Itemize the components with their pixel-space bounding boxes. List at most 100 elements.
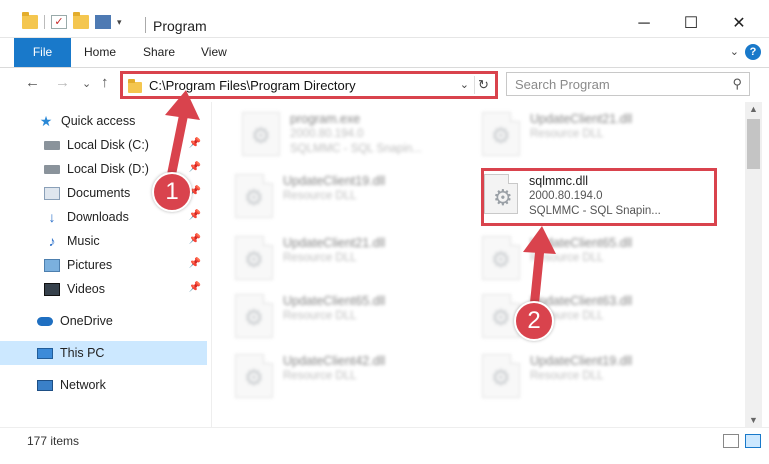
file-tile[interactable]: ⚙ UpdateClient19.dll Resource DLL <box>221 168 461 224</box>
disk-icon <box>44 164 60 174</box>
address-path[interactable]: C:\Program Files\Program Directory <box>149 78 356 93</box>
ribbon: File Home Share View ⌄ ? <box>0 38 769 68</box>
customize-toolbar-icon[interactable]: ▾ <box>117 17 122 28</box>
sidebar-item-label: This PC <box>60 346 105 360</box>
pin-icon[interactable]: 📌 <box>189 258 201 269</box>
sidebar-item-label: Downloads <box>67 210 129 224</box>
pin-icon[interactable]: 📌 <box>189 210 201 221</box>
file-name: UpdateClient21.dll <box>530 112 633 126</box>
pc-icon <box>37 347 53 359</box>
details-view-icon[interactable] <box>723 434 739 448</box>
download-icon: ↓ <box>48 208 56 225</box>
exe-file-icon: ⚙ <box>242 112 280 156</box>
file-name: UpdateClient65.dll <box>530 236 633 250</box>
file-type: Resource DLL <box>283 252 357 264</box>
sidebar-item-local-disk-c[interactable]: Local Disk (C:) 📌 <box>0 133 207 157</box>
folder-icon[interactable] <box>22 12 38 29</box>
file-tile[interactable]: ⚙ UpdateClient21.dll Resource DLL <box>221 230 461 286</box>
vertical-scrollbar[interactable]: ▲ ▼ <box>745 102 762 427</box>
step-callout-1: 1 <box>152 172 192 212</box>
item-count: 177 items <box>27 434 80 448</box>
recent-locations-button[interactable]: ⌄ <box>82 77 91 90</box>
tab-view[interactable]: View <box>201 38 227 67</box>
sidebar-item-label: Music <box>67 234 100 248</box>
sidebar-item-label: OneDrive <box>60 314 113 328</box>
sidebar-item-label: Network <box>60 378 106 392</box>
quick-access-toolbar: ✓ ▾ <box>22 12 122 29</box>
file-name: UpdateClient42.dll <box>283 354 386 368</box>
sidebar-item-this-pc[interactable]: This PC <box>0 341 207 365</box>
dll-file-icon: ⚙ <box>235 354 273 398</box>
up-button[interactable]: ↑ <box>101 74 109 91</box>
rename-icon[interactable] <box>95 15 111 29</box>
navigation-bar: ← → ⌄ ↑ C:\Program Files\Program Directo… <box>0 68 769 102</box>
tab-share[interactable]: Share <box>143 38 175 67</box>
sidebar-item-quick-access[interactable]: ★ Quick access <box>0 109 207 133</box>
pin-icon[interactable]: 📌 <box>189 162 201 173</box>
title-bar: ✓ ▾ Program ─ ☐ ✕ <box>0 0 769 38</box>
sidebar-item-videos[interactable]: Videos 📌 <box>0 277 207 301</box>
dll-file-icon: ⚙ <box>235 236 273 280</box>
sidebar-item-onedrive[interactable]: OneDrive <box>0 309 207 333</box>
tab-home[interactable]: Home <box>84 38 116 67</box>
file-tile[interactable]: ⚙ UpdateClient65.dll Resource DLL <box>468 230 708 286</box>
back-button[interactable]: ← <box>25 74 40 91</box>
file-type: Resource DLL <box>283 370 357 382</box>
cloud-icon <box>37 316 53 326</box>
address-bar[interactable]: C:\Program Files\Program Directory ⌄ ↻ <box>120 71 498 99</box>
tab-file[interactable]: File <box>14 38 71 67</box>
file-description: SQLMMC - SQL Snapin... <box>290 143 422 155</box>
forward-button[interactable]: → <box>55 74 70 91</box>
refresh-icon[interactable]: ↻ <box>474 76 492 94</box>
file-tile[interactable]: ⚙ UpdateClient65.dll Resource DLL <box>221 288 461 344</box>
maximize-button[interactable]: ☐ <box>681 14 701 34</box>
dll-file-icon: ⚙ <box>482 236 520 280</box>
file-tile[interactable]: ⚙ UpdateClient21.dll Resource DLL <box>468 106 708 162</box>
file-tile[interactable]: ⚙ UpdateClient63.dll Resource DLL <box>468 288 708 344</box>
help-icon[interactable]: ? <box>745 44 761 60</box>
dll-file-icon: ⚙ <box>482 354 520 398</box>
sidebar-item-pictures[interactable]: Pictures 📌 <box>0 253 207 277</box>
sidebar-item-network[interactable]: Network <box>0 373 207 397</box>
file-tile[interactable]: ⚙ UpdateClient42.dll Resource DLL <box>221 348 461 404</box>
dll-file-icon: ⚙ <box>235 174 273 218</box>
pin-icon[interactable]: 📌 <box>189 234 201 245</box>
dll-file-icon: ⚙ <box>235 294 273 338</box>
search-icon[interactable]: ⚲ <box>732 76 742 92</box>
large-icons-view-icon[interactable] <box>745 434 761 448</box>
new-folder-icon[interactable] <box>73 12 89 29</box>
file-type: Resource DLL <box>530 252 604 264</box>
status-bar: 177 items <box>0 427 769 464</box>
file-type: Resource DLL <box>283 190 357 202</box>
scroll-down-icon[interactable]: ▼ <box>745 415 762 425</box>
address-dropdown-icon[interactable]: ⌄ <box>460 78 469 91</box>
expand-ribbon-icon[interactable]: ⌄ <box>730 45 739 58</box>
file-list[interactable]: ⚙ program.exe 2000.80.194.0 SQLMMC - SQL… <box>213 102 745 427</box>
pin-icon[interactable]: 📌 <box>189 282 201 293</box>
scroll-up-icon[interactable]: ▲ <box>745 104 762 114</box>
documents-icon <box>44 186 60 200</box>
pin-icon[interactable]: 📌 <box>189 138 201 149</box>
scroll-thumb[interactable] <box>747 119 760 169</box>
file-highlight-box <box>481 168 717 226</box>
properties-check-icon[interactable]: ✓ <box>51 15 67 29</box>
file-tile[interactable]: ⚙ UpdateClient19.dll Resource DLL <box>468 348 708 404</box>
search-input[interactable]: Search Program ⚲ <box>506 72 750 96</box>
dll-file-icon: ⚙ <box>482 112 520 156</box>
toolbar-divider <box>44 15 45 29</box>
minimize-button[interactable]: ─ <box>634 14 654 34</box>
file-name: UpdateClient19.dll <box>530 354 633 368</box>
disk-icon <box>44 140 60 150</box>
pictures-icon <box>44 258 60 272</box>
file-tile[interactable]: ⚙ program.exe 2000.80.194.0 SQLMMC - SQL… <box>228 106 468 162</box>
sidebar-item-label: Videos <box>67 282 105 296</box>
step-callout-2: 2 <box>514 301 554 341</box>
sidebar-item-music[interactable]: ♪ Music 📌 <box>0 229 207 253</box>
star-icon: ★ <box>39 112 53 129</box>
close-button[interactable]: ✕ <box>729 14 749 34</box>
window-title: Program <box>153 18 207 34</box>
search-placeholder: Search Program <box>515 77 610 92</box>
network-icon <box>37 379 53 391</box>
title-divider <box>145 17 146 33</box>
sidebar-item-label: Pictures <box>67 258 113 272</box>
